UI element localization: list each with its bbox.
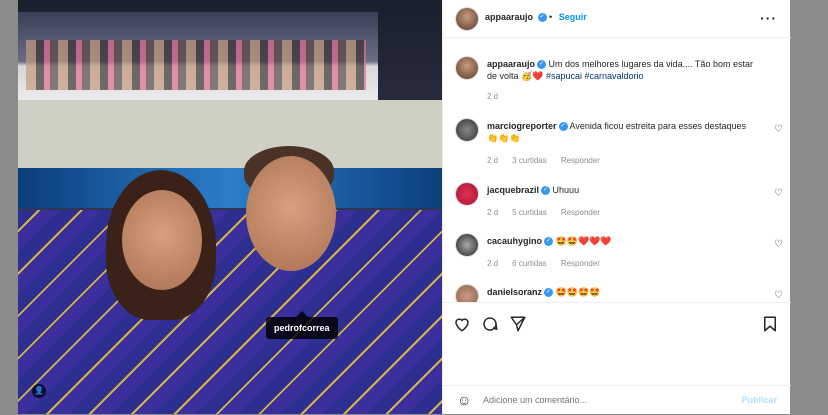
photo-wall: [18, 100, 442, 170]
photo-neon-lights: [18, 168, 442, 208]
verified-badge-icon: ✓: [541, 186, 551, 196]
author-avatar[interactable]: [455, 7, 479, 31]
commenter-avatar[interactable]: [455, 182, 479, 206]
comment-meta: 2 d5 curtidas Responder: [487, 208, 600, 217]
commenter-username[interactable]: danielsoranz: [487, 287, 542, 297]
comment-like-heart-icon[interactable]: ♡: [774, 239, 783, 250]
verified-badge-icon: ✓: [544, 288, 554, 298]
publish-button[interactable]: Publicar: [741, 395, 777, 405]
comment-like-heart-icon[interactable]: ♡: [774, 124, 783, 135]
add-comment-bar: ☺ Publicar: [443, 385, 791, 415]
commenter-avatar[interactable]: [455, 284, 479, 302]
photo-woman-face: [122, 190, 202, 290]
tagged-users-icon[interactable]: 👤: [32, 384, 46, 398]
commenter-avatar[interactable]: [455, 233, 479, 257]
follow-button[interactable]: Seguir: [559, 12, 587, 22]
heart-icon[interactable]: [453, 315, 471, 333]
hashtags[interactable]: #sapucai #carnavaldorio: [546, 71, 644, 81]
verified-badge-icon: ✓: [537, 13, 547, 23]
more-options-icon[interactable]: ···: [760, 10, 777, 26]
comment-input[interactable]: [483, 395, 723, 405]
bookmark-icon[interactable]: [761, 315, 779, 333]
commenter-avatar[interactable]: [455, 118, 479, 142]
comment-like-heart-icon[interactable]: ♡: [774, 290, 783, 301]
photo-man-face: [246, 156, 336, 271]
share-icon[interactable]: [509, 315, 527, 333]
author-username[interactable]: appaaraujo: [485, 12, 533, 22]
comment-icon[interactable]: [481, 315, 499, 333]
post-header: appaaraujo ✓ • Seguir ···: [443, 0, 791, 38]
caption-time: 2 d: [487, 92, 499, 101]
post-actions: [443, 302, 791, 339]
verified-badge-icon: ✓: [544, 237, 554, 247]
verified-badge-icon: ✓: [537, 60, 547, 70]
comment-text: 🤩🤩🤩🤩: [555, 287, 601, 297]
caption-text: appaaraujo ✓ Um dos melhores lugares da v…: [487, 59, 753, 81]
comments-list: appaaraujo ✓ Um dos melhores lugares da v…: [443, 40, 791, 302]
post-panel: appaaraujo ✓ • Seguir ··· appaaraujo ✓ Um…: [442, 0, 791, 414]
emoji-icon[interactable]: ☺: [457, 392, 471, 408]
comment-meta: 2 d6 curtidas Responder: [487, 259, 600, 268]
commenter-username[interactable]: marciogreporter: [487, 121, 557, 131]
author-avatar[interactable]: [455, 56, 479, 80]
post-modal: pedrofcorrea 👤 appaaraujo ✓ • Seguir ···…: [18, 0, 791, 414]
post-photo[interactable]: pedrofcorrea 👤: [18, 0, 442, 414]
comment-text: Uhuuu: [552, 185, 580, 195]
commenter-username[interactable]: jacquebrazil: [487, 185, 539, 195]
comment-text: 🤩🤩❤️❤️❤️: [555, 236, 612, 246]
photo-shirts: [18, 210, 442, 414]
comment-meta: 2 d3 curtidas Responder: [487, 156, 600, 165]
comment-like-heart-icon[interactable]: ♡: [774, 188, 783, 199]
photo-user-tag[interactable]: pedrofcorrea: [266, 311, 338, 339]
verified-badge-icon: ✓: [558, 122, 568, 132]
commenter-username[interactable]: cacauhygino: [487, 236, 542, 246]
photo-crowd: [26, 40, 366, 90]
